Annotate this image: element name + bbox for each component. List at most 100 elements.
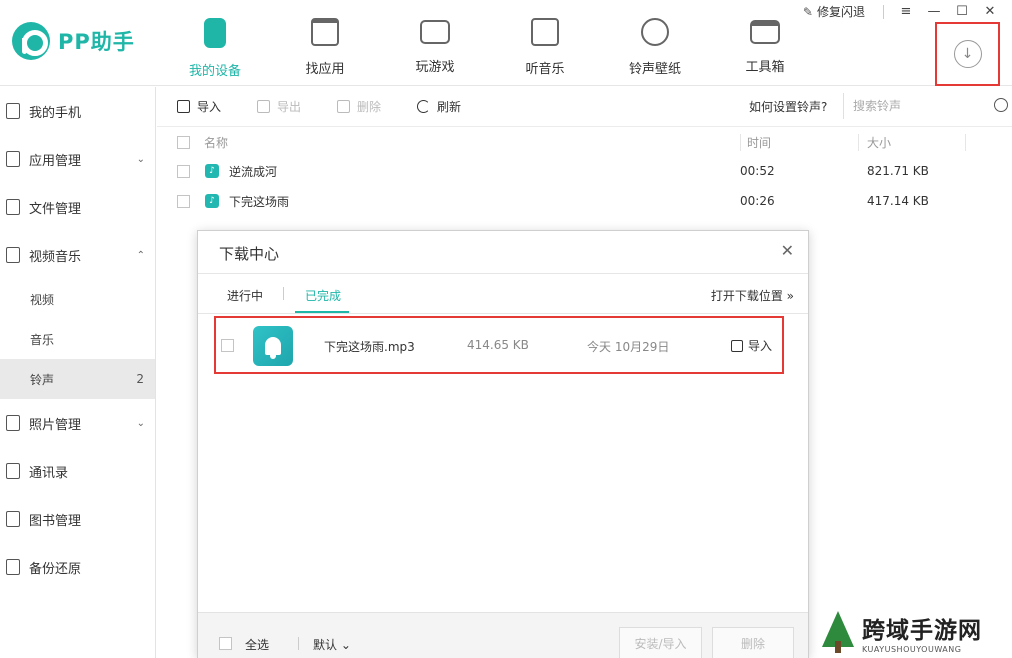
delete-button[interactable]: 删除 — [337, 98, 381, 115]
table-row[interactable]: ♪ 下完这场雨 00:26 417.14 KB — [157, 186, 1012, 216]
app-logo[interactable]: PP助手 — [12, 22, 135, 60]
bell-icon — [265, 337, 281, 359]
nav-label: 找应用 — [305, 62, 345, 77]
sidebar-item-label: 文件管理 — [29, 201, 82, 217]
nav-games[interactable]: 玩游戏 — [380, 0, 490, 86]
book-icon — [6, 511, 20, 527]
table-row[interactable]: ♪ 逆流成河 00:52 821.71 KB — [157, 156, 1012, 186]
sidebar-item-label: 通讯录 — [29, 465, 69, 481]
sidebar-item-label: 备份还原 — [29, 561, 82, 577]
refresh-button[interactable]: 刷新 — [417, 98, 461, 115]
sidebar-item-file-management[interactable]: 文件管理 — [0, 183, 155, 231]
star-icon — [641, 18, 669, 46]
export-label: 导出 — [277, 100, 302, 114]
menu-icon[interactable]: ≡ — [892, 4, 920, 19]
divider — [198, 273, 808, 274]
close-icon[interactable]: ✕ — [781, 241, 794, 260]
nav-ringtones-wallpapers[interactable]: 铃声壁纸 — [600, 0, 710, 86]
sidebar-item-video-music[interactable]: 视频音乐 ⌃ — [0, 231, 155, 279]
sidebar-item-contacts[interactable]: 通讯录 — [0, 447, 155, 495]
ringtone-file-icon — [253, 326, 293, 366]
download-file-size: 414.65 KB — [467, 338, 529, 352]
item-checkbox[interactable] — [221, 339, 234, 352]
search-input[interactable] — [853, 99, 983, 113]
column-header-name[interactable]: 名称 — [204, 134, 228, 151]
minimize-icon[interactable]: — — [920, 4, 948, 19]
shopping-bag-icon — [311, 18, 339, 46]
download-center-button-highlight: ↓ — [935, 22, 1000, 86]
sidebar-subitem-video[interactable]: 视频 — [0, 279, 155, 319]
nav-label: 玩游戏 — [415, 60, 455, 75]
divider — [198, 313, 808, 314]
divider — [883, 4, 884, 19]
import-icon — [177, 100, 190, 113]
sidebar-item-label: 图书管理 — [29, 513, 82, 529]
sidebar-subitem-music[interactable]: 音乐 — [0, 319, 155, 359]
nav-find-apps[interactable]: 找应用 — [270, 0, 380, 86]
watermark-subtitle: KUAYUSHOUYOUWANG — [862, 645, 962, 654]
install-import-button[interactable]: 安装/导入 — [619, 627, 702, 658]
sidebar-subitem-ringtones[interactable]: 铃声 2 — [0, 359, 155, 399]
wrench-icon: ✎ — [802, 4, 813, 19]
nav-label: 工具箱 — [745, 60, 785, 75]
download-item-highlight[interactable]: 下完这场雨.mp3 414.65 KB 今天 10月29日 导入 — [214, 316, 784, 374]
nav-music[interactable]: 听音乐 — [490, 0, 600, 86]
select-all-label[interactable]: 全选 — [245, 636, 269, 653]
watermark-title: 跨域手游网 — [862, 618, 982, 644]
toolbox-icon — [750, 20, 780, 44]
sidebar-item-my-phone[interactable]: 我的手机 — [0, 87, 155, 135]
sidebar-item-book-management[interactable]: 图书管理 — [0, 495, 155, 543]
search-icon[interactable] — [994, 98, 1008, 112]
tab-completed[interactable]: 已完成 — [305, 287, 341, 304]
sidebar-item-photo-management[interactable]: 照片管理 ⌄ — [0, 399, 155, 447]
dialog-title: 下载中心 — [219, 245, 280, 263]
tab-in-progress[interactable]: 进行中 — [227, 287, 263, 304]
contacts-icon — [6, 463, 20, 479]
ringtone-toolbar: 导入 导出 删除 刷新 如何设置铃声? — [157, 87, 1012, 127]
sidebar-item-label: 我的手机 — [29, 105, 82, 121]
row-size: 417.14 KB — [867, 194, 929, 208]
item-import-button[interactable]: 导入 — [731, 337, 772, 354]
import-button[interactable]: 导入 — [177, 98, 221, 115]
divider — [298, 637, 299, 650]
sidebar-item-label: 应用管理 — [29, 153, 82, 169]
image-icon — [6, 415, 20, 431]
search-box — [843, 93, 1008, 119]
nav-my-device[interactable]: 我的设备 — [160, 0, 270, 86]
delete-button[interactable]: 删除 — [712, 627, 794, 658]
sidebar-item-app-management[interactable]: 应用管理 ⌄ — [0, 135, 155, 183]
divider — [283, 287, 284, 300]
main-nav: 我的设备 找应用 玩游戏 听音乐 铃声壁纸 工具箱 — [160, 0, 820, 86]
close-icon[interactable]: ✕ — [976, 4, 1004, 19]
row-checkbox[interactable] — [177, 194, 190, 208]
gamepad-icon — [420, 20, 450, 44]
sidebar-subitem-label: 铃声 — [30, 372, 55, 387]
repair-label: 修复闪退 — [816, 5, 865, 19]
sidebar-item-label: 照片管理 — [29, 417, 82, 433]
window-controls: ✎ 修复闪退 ≡ — ☐ ✕ — [803, 3, 1004, 20]
repair-crash-button[interactable]: ✎ 修复闪退 — [803, 3, 865, 20]
delete-label: 删除 — [357, 100, 382, 114]
download-icon[interactable]: ↓ — [953, 40, 982, 68]
download-file-name: 下完这场雨.mp3 — [324, 340, 415, 354]
app-logo-text: PP助手 — [58, 30, 135, 54]
export-button[interactable]: 导出 — [257, 98, 301, 115]
how-to-set-ringtone-link[interactable]: 如何设置铃声? — [749, 98, 827, 115]
select-all-checkbox[interactable] — [177, 135, 190, 149]
sort-dropdown[interactable]: 默认 ⌄ — [313, 636, 351, 653]
chevron-up-icon: ⌃ — [136, 249, 145, 261]
sidebar-item-backup-restore[interactable]: 备份还原 — [0, 543, 155, 591]
column-header-time[interactable]: 时间 — [740, 133, 771, 151]
phone-icon — [204, 18, 226, 48]
open-download-location-link[interactable]: 打开下载位置 » — [711, 287, 794, 304]
maximize-icon[interactable]: ☐ — [948, 4, 976, 19]
site-watermark: 跨域手游网 KUAYUSHOUYOUWANG — [818, 607, 1012, 658]
monitor-icon — [6, 247, 20, 263]
column-header-size[interactable]: 大小 — [858, 133, 966, 151]
bell-icon: ♪ — [205, 164, 219, 178]
row-time: 00:26 — [740, 194, 775, 208]
download-date: 今天 10月29日 — [587, 340, 670, 354]
select-all-checkbox[interactable] — [219, 637, 232, 650]
sidebar-subitem-label: 视频 — [30, 292, 55, 307]
row-checkbox[interactable] — [177, 164, 190, 178]
